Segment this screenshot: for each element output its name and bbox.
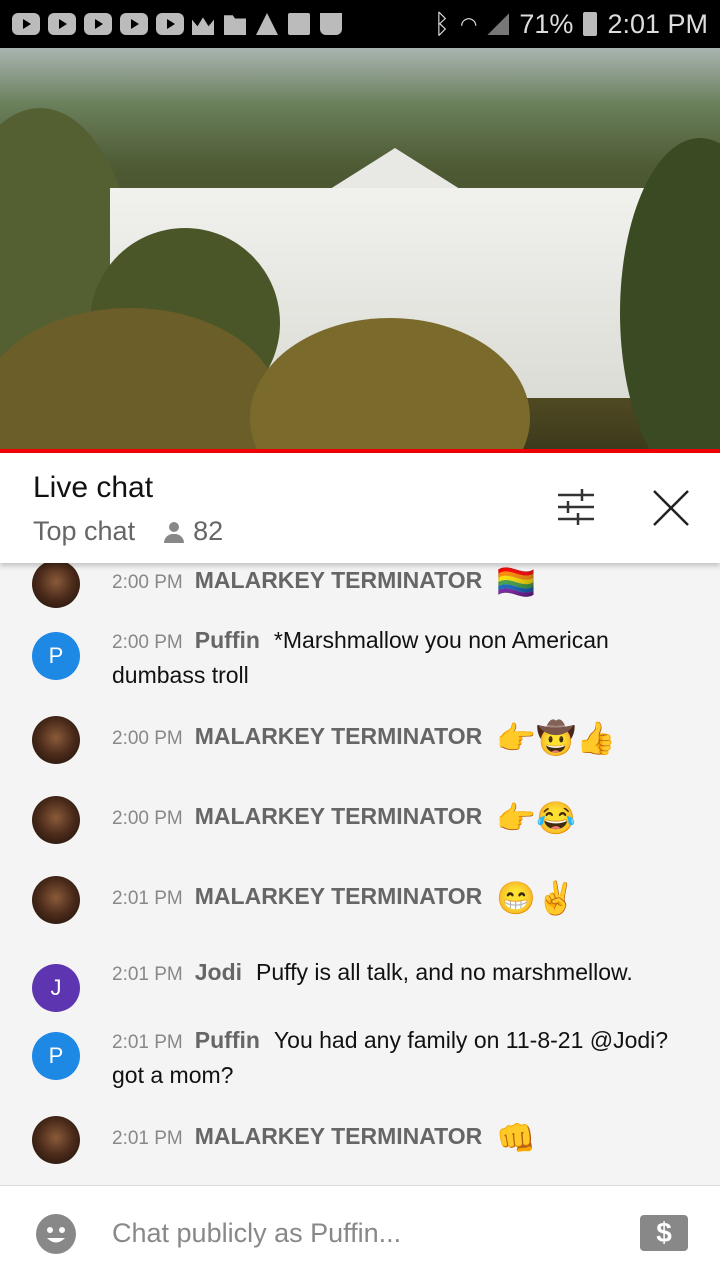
message-author[interactable]: Puffin [195, 627, 260, 653]
viewer-count: 82 [193, 516, 224, 546]
battery-percent: 71% [519, 8, 574, 39]
message-author[interactable]: MALARKEY TERMINATOR [195, 1123, 483, 1149]
message-emoji: 👉😂 [496, 799, 576, 836]
bluetooth-icon: ᛒ [433, 8, 450, 39]
signal-icon [487, 13, 510, 35]
image-icon [288, 13, 310, 35]
youtube-notification-icon [156, 13, 184, 35]
youtube-notification-icon [84, 13, 112, 35]
message-author[interactable]: MALARKEY TERMINATOR [195, 723, 483, 749]
avatar[interactable] [32, 876, 80, 924]
message-emoji: 👊 [496, 1119, 537, 1156]
message-emoji: 👉🤠👍 [496, 719, 616, 756]
crown-icon [192, 17, 214, 35]
message-emoji: 🏳️‍🌈 [496, 563, 537, 600]
chat-input-bar: Chat publicly as Puffin... $ [0, 1185, 720, 1280]
warning-icon [256, 13, 278, 35]
message-author[interactable]: Puffin [195, 1027, 260, 1053]
avatar[interactable] [32, 1116, 80, 1164]
avatar[interactable] [32, 560, 80, 608]
avatar[interactable] [32, 716, 80, 764]
avatar[interactable] [32, 796, 80, 844]
message-author[interactable]: MALARKEY TERMINATOR [195, 567, 483, 593]
youtube-notification-icon [12, 13, 40, 35]
message-time: 2:01 PM [112, 888, 183, 909]
message-time: 2:00 PM [112, 572, 183, 593]
avatar[interactable]: J [32, 964, 80, 1012]
message-time: 2:01 PM [112, 1128, 183, 1149]
message-time: 2:00 PM [112, 632, 183, 653]
video-player[interactable] [0, 48, 720, 450]
youtube-notification-icon [48, 13, 76, 35]
sliders-icon[interactable] [556, 489, 596, 525]
close-icon[interactable] [652, 489, 690, 527]
person-icon [163, 521, 185, 543]
message-emoji: 😁✌️ [496, 879, 576, 916]
message-text: Puffy is all talk, and no marshmellow. [256, 959, 633, 985]
chat-title: Live chat [33, 471, 154, 504]
youtube-notification-icon [120, 13, 148, 35]
message-author[interactable]: MALARKEY TERMINATOR [195, 803, 483, 829]
chat-header: Live chat Top chat 82 [0, 453, 720, 563]
message-author[interactable]: MALARKEY TERMINATOR [195, 883, 483, 909]
chat-input[interactable]: Chat publicly as Puffin... [112, 1218, 401, 1249]
message-text: *Marshmallow you non American dumbass tr… [112, 627, 609, 688]
smiley-icon[interactable] [36, 1214, 76, 1254]
message-time: 2:01 PM [112, 1032, 183, 1053]
message-time: 2:00 PM [112, 808, 183, 829]
avatar[interactable]: P [32, 1032, 80, 1080]
chat-mode-dropdown[interactable]: Top chat [33, 516, 135, 547]
avatar[interactable]: P [32, 632, 80, 680]
battery-icon [583, 12, 598, 36]
folder-icon [224, 15, 246, 35]
wifi-icon: ◠ [459, 13, 478, 36]
status-bar: ᛒ ◠ 71% 2:01 PM [0, 0, 720, 48]
dollar-icon[interactable]: $ [640, 1215, 688, 1251]
message-time: 2:00 PM [112, 728, 183, 749]
shopping-bag-icon [320, 13, 342, 35]
clock: 2:01 PM [607, 8, 708, 39]
message-time: 2:01 PM [112, 964, 183, 985]
message-author[interactable]: Jodi [195, 959, 242, 985]
